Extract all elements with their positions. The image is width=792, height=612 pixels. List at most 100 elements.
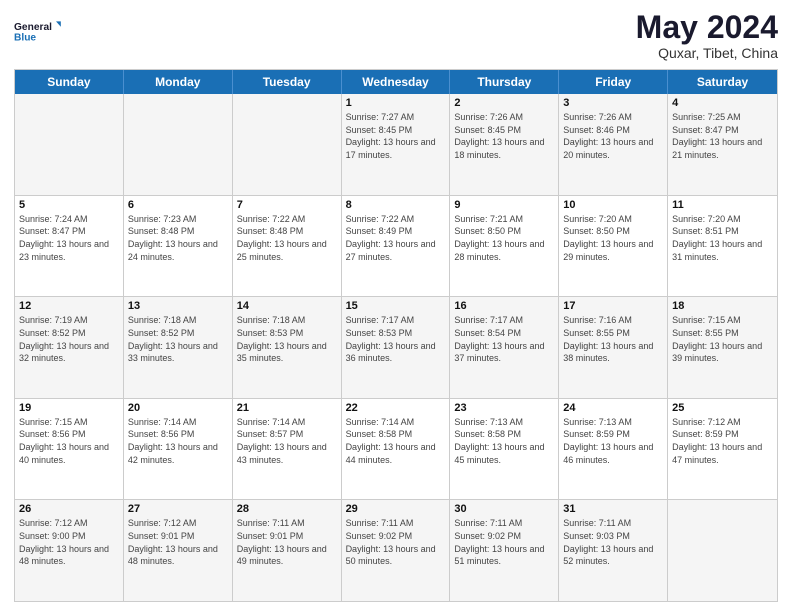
day-info: Sunrise: 7:23 AM Sunset: 8:48 PM Dayligh… [128, 213, 228, 263]
cal-cell: 6Sunrise: 7:23 AM Sunset: 8:48 PM Daylig… [124, 196, 233, 297]
day-info: Sunrise: 7:25 AM Sunset: 8:47 PM Dayligh… [672, 111, 773, 161]
day-number: 16 [454, 300, 554, 312]
cal-cell: 31 Sunrise: 7:11 AM Sunset: 9:03 PM Dayli… [559, 500, 668, 601]
day-number: 3 [563, 97, 663, 109]
main-title: May 2024 [636, 10, 778, 45]
day-info: Sunrise: 7:20 AM Sunset: 8:50 PM Dayligh… [563, 213, 663, 263]
cal-cell: 2Sunrise: 7:26 AM Sunset: 8:45 PM Daylig… [450, 94, 559, 195]
cal-cell: 21Sunrise: 7:14 AM Sunset: 8:57 PM Dayli… [233, 399, 342, 500]
day-info: Sunrise: 7:26 AM Sunset: 8:46 PM Dayligh… [563, 111, 663, 161]
day-number: 19 [19, 402, 119, 414]
day-info: Sunrise: 7:19 AM Sunset: 8:52 PM Dayligh… [19, 314, 119, 364]
cal-header-cell: Friday [559, 70, 668, 94]
cal-cell: 8 Sunrise: 7:22 AM Sunset: 8:49 PM Daylig… [342, 196, 451, 297]
svg-text:General: General [14, 22, 52, 33]
cal-cell: 7 Sunrise: 7:22 AM Sunset: 8:48 PM Daylig… [233, 196, 342, 297]
cal-header-cell: Wednesday [342, 70, 451, 94]
cal-cell [668, 500, 777, 601]
cal-cell: 15Sunrise: 7:17 AM Sunset: 8:53 PM Dayli… [342, 297, 451, 398]
cal-cell: 23 Sunrise: 7:13 AM Sunset: 8:58 PM Dayli… [450, 399, 559, 500]
cal-cell: 10 Sunrise: 7:20 AM Sunset: 8:50 PM Dayli… [559, 196, 668, 297]
day-info: Sunrise: 7:16 AM Sunset: 8:55 PM Dayligh… [563, 314, 663, 364]
cal-cell: 4 Sunrise: 7:25 AM Sunset: 8:47 PM Daylig… [668, 94, 777, 195]
cal-cell: 1 Sunrise: 7:27 AM Sunset: 8:45 PM Daylig… [342, 94, 451, 195]
day-info: Sunrise: 7:15 AM Sunset: 8:56 PM Dayligh… [19, 416, 119, 466]
day-number: 1 [346, 97, 446, 109]
day-info: Sunrise: 7:14 AM Sunset: 8:56 PM Dayligh… [128, 416, 228, 466]
cal-row: 26Sunrise: 7:12 AM Sunset: 9:00 PM Dayli… [15, 500, 777, 601]
cal-cell [124, 94, 233, 195]
day-number: 25 [672, 402, 773, 414]
day-info: Sunrise: 7:27 AM Sunset: 8:45 PM Dayligh… [346, 111, 446, 161]
svg-text:Blue: Blue [14, 33, 36, 44]
calendar-header-row: SundayMondayTuesdayWednesdayThursdayFrid… [15, 70, 777, 94]
cal-cell: 25 Sunrise: 7:12 AM Sunset: 8:59 PM Dayli… [668, 399, 777, 500]
cal-cell: 9 Sunrise: 7:21 AM Sunset: 8:50 PM Daylig… [450, 196, 559, 297]
day-info: Sunrise: 7:17 AM Sunset: 8:54 PM Dayligh… [454, 314, 554, 364]
day-number: 15 [346, 300, 446, 312]
day-number: 23 [454, 402, 554, 414]
day-number: 31 [563, 503, 663, 515]
logo: General Blue [14, 10, 62, 52]
day-number: 14 [237, 300, 337, 312]
cal-cell: 14Sunrise: 7:18 AM Sunset: 8:53 PM Dayli… [233, 297, 342, 398]
day-number: 13 [128, 300, 228, 312]
day-info: Sunrise: 7:11 AM Sunset: 9:03 PM Dayligh… [563, 517, 663, 567]
day-info: Sunrise: 7:21 AM Sunset: 8:50 PM Dayligh… [454, 213, 554, 263]
day-number: 18 [672, 300, 773, 312]
cal-cell: 26Sunrise: 7:12 AM Sunset: 9:00 PM Dayli… [15, 500, 124, 601]
day-info: Sunrise: 7:22 AM Sunset: 8:49 PM Dayligh… [346, 213, 446, 263]
day-number: 4 [672, 97, 773, 109]
subtitle: Quxar, Tibet, China [636, 45, 778, 61]
cal-cell: 24Sunrise: 7:13 AM Sunset: 8:59 PM Dayli… [559, 399, 668, 500]
day-number: 8 [346, 199, 446, 211]
cal-cell: 5Sunrise: 7:24 AM Sunset: 8:47 PM Daylig… [15, 196, 124, 297]
day-info: Sunrise: 7:12 AM Sunset: 8:59 PM Dayligh… [672, 416, 773, 466]
cal-cell: 30 Sunrise: 7:11 AM Sunset: 9:02 PM Dayli… [450, 500, 559, 601]
day-number: 27 [128, 503, 228, 515]
day-info: Sunrise: 7:15 AM Sunset: 8:55 PM Dayligh… [672, 314, 773, 364]
day-number: 12 [19, 300, 119, 312]
cal-header-cell: Sunday [15, 70, 124, 94]
day-info: Sunrise: 7:13 AM Sunset: 8:58 PM Dayligh… [454, 416, 554, 466]
day-number: 17 [563, 300, 663, 312]
calendar: SundayMondayTuesdayWednesdayThursdayFrid… [14, 69, 778, 602]
day-number: 5 [19, 199, 119, 211]
header: General Blue May 2024 Quxar, Tibet, Chin… [14, 10, 778, 61]
day-number: 2 [454, 97, 554, 109]
cal-cell: 3 Sunrise: 7:26 AM Sunset: 8:46 PM Daylig… [559, 94, 668, 195]
day-info: Sunrise: 7:20 AM Sunset: 8:51 PM Dayligh… [672, 213, 773, 263]
day-info: Sunrise: 7:11 AM Sunset: 9:02 PM Dayligh… [454, 517, 554, 567]
cal-cell: 29Sunrise: 7:11 AM Sunset: 9:02 PM Dayli… [342, 500, 451, 601]
day-number: 30 [454, 503, 554, 515]
cal-row: 12 Sunrise: 7:19 AM Sunset: 8:52 PM Dayli… [15, 297, 777, 399]
cal-header-cell: Monday [124, 70, 233, 94]
cal-cell: 17 Sunrise: 7:16 AM Sunset: 8:55 PM Dayli… [559, 297, 668, 398]
day-info: Sunrise: 7:18 AM Sunset: 8:52 PM Dayligh… [128, 314, 228, 364]
day-number: 10 [563, 199, 663, 211]
day-number: 7 [237, 199, 337, 211]
day-number: 11 [672, 199, 773, 211]
cal-cell: 22 Sunrise: 7:14 AM Sunset: 8:58 PM Dayli… [342, 399, 451, 500]
cal-cell: 13 Sunrise: 7:18 AM Sunset: 8:52 PM Dayli… [124, 297, 233, 398]
day-number: 26 [19, 503, 119, 515]
cal-header-cell: Thursday [450, 70, 559, 94]
day-number: 22 [346, 402, 446, 414]
page: General Blue May 2024 Quxar, Tibet, Chin… [0, 0, 792, 612]
day-info: Sunrise: 7:14 AM Sunset: 8:58 PM Dayligh… [346, 416, 446, 466]
cal-cell: 11 Sunrise: 7:20 AM Sunset: 8:51 PM Dayli… [668, 196, 777, 297]
day-info: Sunrise: 7:22 AM Sunset: 8:48 PM Dayligh… [237, 213, 337, 263]
cal-cell: 16 Sunrise: 7:17 AM Sunset: 8:54 PM Dayli… [450, 297, 559, 398]
day-number: 24 [563, 402, 663, 414]
day-number: 9 [454, 199, 554, 211]
calendar-body: 1 Sunrise: 7:27 AM Sunset: 8:45 PM Daylig… [15, 94, 777, 601]
cal-cell: 28Sunrise: 7:11 AM Sunset: 9:01 PM Dayli… [233, 500, 342, 601]
cal-cell: 12 Sunrise: 7:19 AM Sunset: 8:52 PM Dayli… [15, 297, 124, 398]
logo-svg: General Blue [14, 10, 62, 52]
day-info: Sunrise: 7:14 AM Sunset: 8:57 PM Dayligh… [237, 416, 337, 466]
cal-row: 19 Sunrise: 7:15 AM Sunset: 8:56 PM Dayli… [15, 399, 777, 501]
cal-cell: 18 Sunrise: 7:15 AM Sunset: 8:55 PM Dayli… [668, 297, 777, 398]
cal-row: 5Sunrise: 7:24 AM Sunset: 8:47 PM Daylig… [15, 196, 777, 298]
title-block: May 2024 Quxar, Tibet, China [636, 10, 778, 61]
cal-row: 1 Sunrise: 7:27 AM Sunset: 8:45 PM Daylig… [15, 94, 777, 196]
